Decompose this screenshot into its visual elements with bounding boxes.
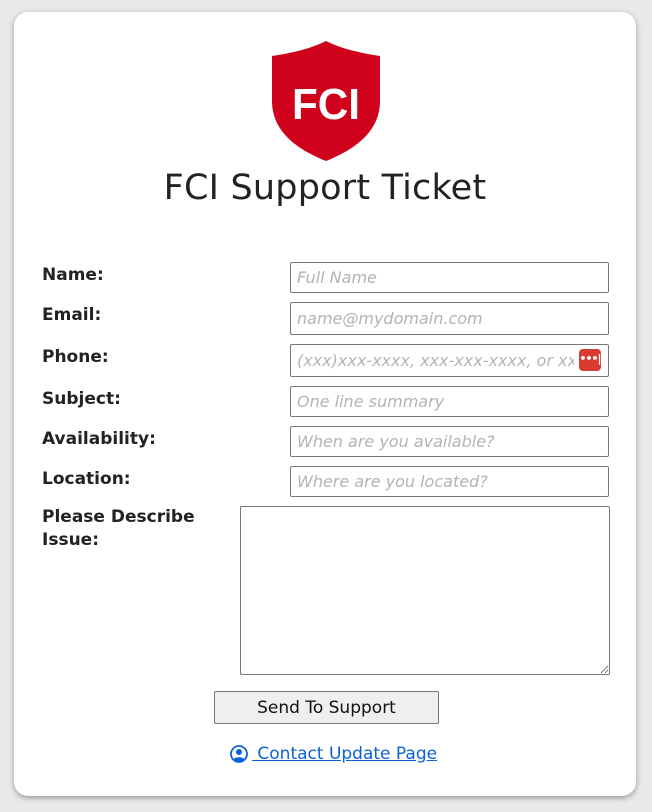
- user-circle-icon: [230, 745, 248, 763]
- issue-label-line1: Please Describe: [42, 507, 195, 527]
- subject-label: Subject:: [42, 389, 121, 409]
- page-title: FCI Support Ticket: [163, 168, 487, 208]
- issue-label: Please Describe Issue:: [42, 506, 195, 552]
- issue-label-line2: Issue:: [42, 530, 99, 550]
- contact-update-link[interactable]: Contact Update Page: [230, 744, 437, 764]
- name-label: Name:: [42, 265, 104, 285]
- subject-input[interactable]: [290, 386, 609, 417]
- password-manager-icon[interactable]: •••|: [579, 349, 602, 371]
- send-to-support-button[interactable]: Send To Support: [214, 691, 439, 724]
- contact-update-link-label: Contact Update Page: [252, 744, 438, 764]
- location-input[interactable]: [290, 466, 609, 497]
- name-input[interactable]: [290, 262, 609, 293]
- phone-label: Phone:: [42, 347, 109, 367]
- location-label: Location:: [42, 469, 131, 489]
- logo-text: FCI: [292, 80, 360, 129]
- email-label: Email:: [42, 305, 102, 325]
- availability-input[interactable]: [290, 426, 609, 457]
- phone-input[interactable]: [290, 344, 609, 377]
- availability-label: Availability:: [42, 429, 156, 449]
- issue-textarea[interactable]: [240, 506, 610, 675]
- email-input[interactable]: [290, 302, 609, 335]
- fci-shield-logo: FCI: [272, 41, 380, 161]
- support-ticket-card: FCI FCI Support Ticket Name: Email: Phon…: [14, 12, 636, 796]
